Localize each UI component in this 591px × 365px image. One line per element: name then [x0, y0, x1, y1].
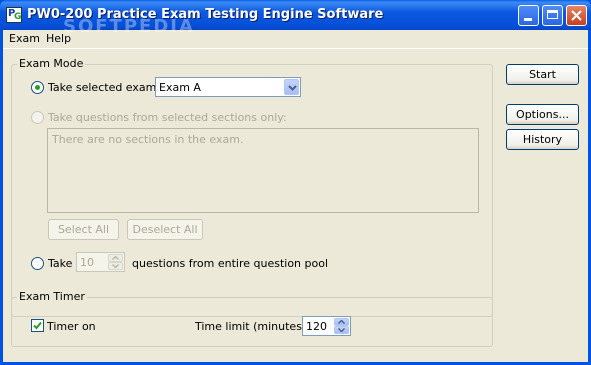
spin-down-button[interactable]: [334, 326, 349, 334]
select-all-button[interactable]: Select All: [48, 219, 119, 240]
client-area: Exam Help SOFTPEDIA Exam Mode Take selec…: [3, 16, 588, 362]
sections-list[interactable]: There are no sections in the exam.: [47, 128, 479, 213]
app-window: PG PW0-200 Practice Exam Testing Engine …: [0, 0, 591, 365]
deselect-all-label: Deselect All: [132, 223, 198, 236]
start-label: Start: [529, 68, 556, 81]
close-button[interactable]: [566, 5, 587, 26]
menu-bar: Exam Help SOFTPEDIA: [3, 16, 588, 48]
take-selected-radio[interactable]: [31, 81, 44, 94]
spin-down-button[interactable]: [108, 262, 123, 270]
time-limit-spinner[interactable]: 120: [302, 316, 351, 336]
maximize-button[interactable]: [542, 5, 563, 26]
spin-up-button[interactable]: [108, 254, 123, 262]
exam-timer-group: Exam Timer Timer on Time limit (minutes)…: [11, 290, 493, 347]
menu-separator: [3, 48, 588, 49]
exam-mode-legend: Exam Mode: [17, 57, 86, 70]
take-count-label: Take: [48, 257, 73, 270]
options-button[interactable]: Options...: [506, 104, 579, 125]
watermark: SOFTPEDIA: [63, 16, 195, 37]
chevron-up-icon: [112, 256, 119, 260]
take-selected-label: Take selected exam:: [48, 81, 161, 94]
spin-up-button[interactable]: [334, 318, 349, 326]
checkmark-icon: [33, 321, 42, 330]
take-sections-label: Take questions from selected sections on…: [48, 111, 287, 124]
take-sections-radio[interactable]: [31, 111, 44, 124]
menu-exam[interactable]: Exam: [9, 32, 40, 45]
exam-select-dropdown-button[interactable]: [284, 79, 299, 95]
deselect-all-button[interactable]: Deselect All: [127, 219, 203, 240]
timer-on-checkbox[interactable]: [31, 319, 44, 332]
exam-select-value: Exam A: [159, 81, 201, 94]
history-label: History: [522, 133, 563, 146]
exam-timer-legend: Exam Timer: [17, 290, 87, 303]
timer-on-label: Timer on: [47, 320, 96, 333]
chevron-down-icon: [338, 328, 345, 332]
chevron-down-icon: [112, 264, 119, 268]
history-button[interactable]: History: [506, 129, 579, 150]
options-label: Options...: [516, 108, 569, 121]
close-icon: [571, 10, 582, 21]
chevron-down-icon: [288, 85, 297, 91]
exam-mode-group: Exam Mode Take selected exam: Exam A Tak…: [11, 57, 493, 317]
time-limit-label: Time limit (minutes):: [195, 320, 310, 333]
question-count-spinner[interactable]: 10: [76, 252, 125, 272]
start-button[interactable]: Start: [506, 64, 579, 85]
take-count-suffix: questions from entire question pool: [132, 257, 329, 270]
select-all-label: Select All: [57, 223, 110, 236]
question-count-value: 10: [80, 256, 94, 269]
app-icon[interactable]: PG: [6, 7, 22, 23]
time-limit-value: 120: [306, 320, 327, 333]
take-count-radio[interactable]: [31, 257, 44, 270]
minimize-button[interactable]: [518, 5, 539, 26]
exam-select[interactable]: Exam A: [155, 77, 301, 97]
chevron-up-icon: [338, 320, 345, 324]
sections-empty-message: There are no sections in the exam.: [52, 133, 244, 146]
